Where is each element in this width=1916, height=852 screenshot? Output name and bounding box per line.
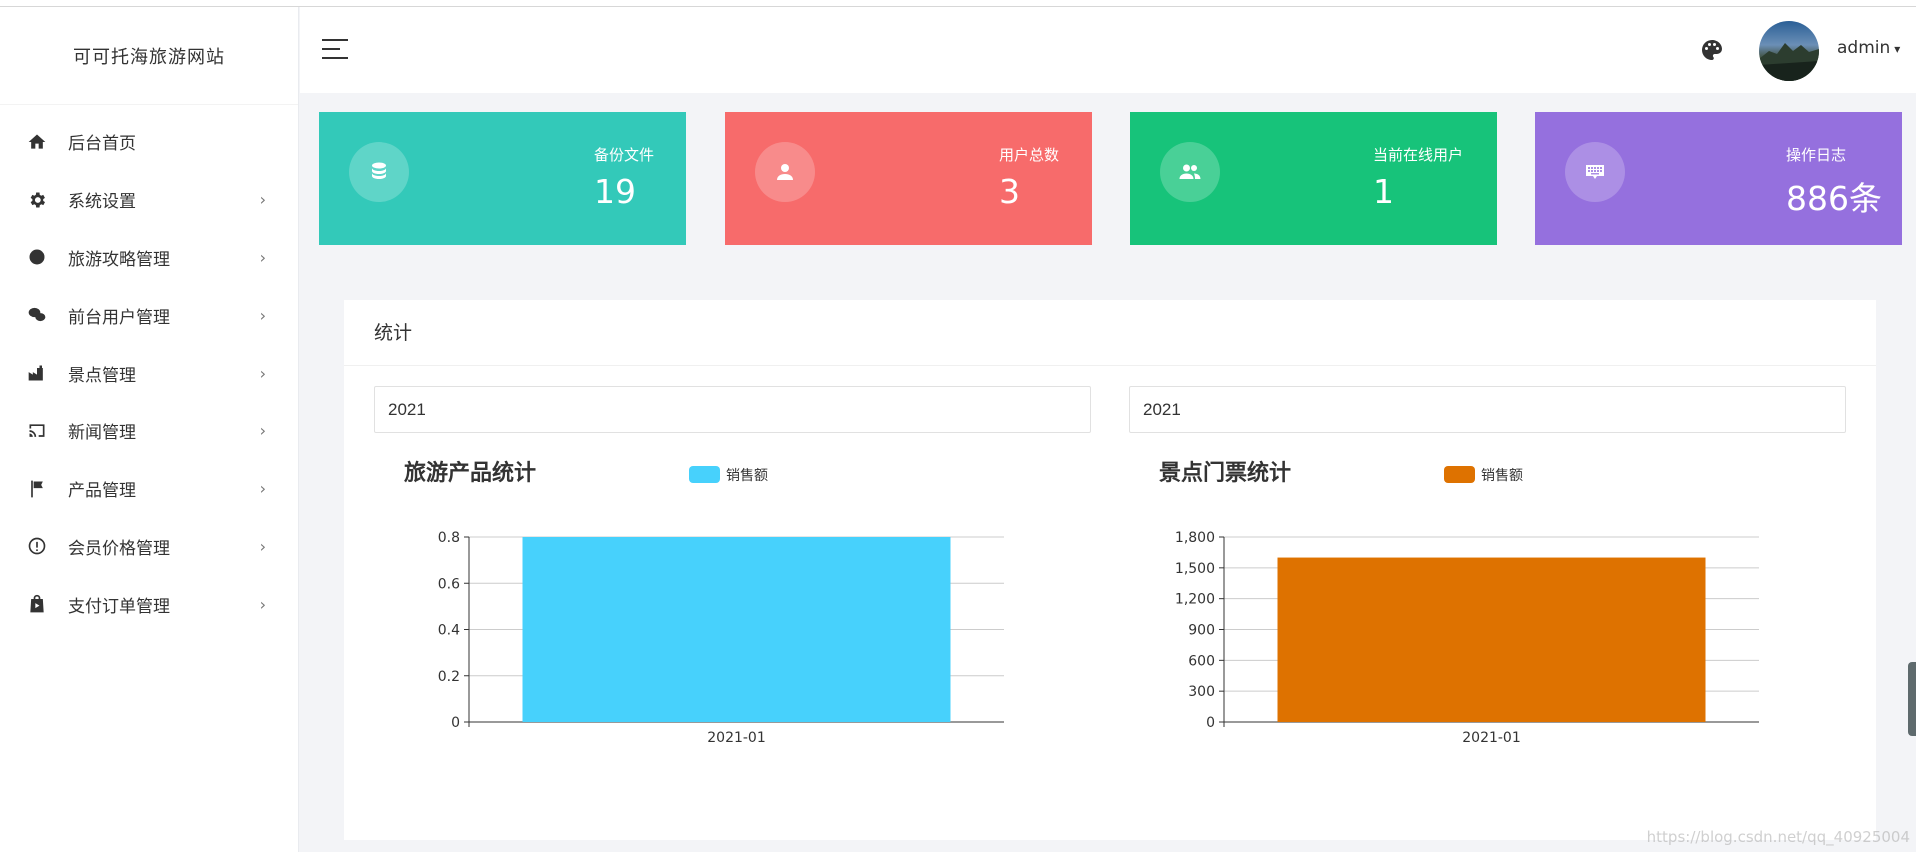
legend-label: 销售额	[1481, 468, 1523, 484]
user-icon	[755, 142, 815, 202]
y-tick-label: 0.8	[438, 530, 460, 546]
bar	[1277, 557, 1706, 722]
chevron-right-icon: ›	[259, 421, 266, 441]
sidebar-item-label: 旅游攻略管理	[68, 249, 170, 270]
circle-icon	[26, 246, 48, 268]
stat-value: 3	[999, 172, 1020, 211]
statistics-panel: 统计 2021 2021 旅游产品统计 销售额 0 0.2 0.4 0.6 0.8 2021-…	[344, 300, 1876, 840]
y-tick-label: 0.2	[438, 669, 460, 685]
sidebar-item-label: 前台用户管理	[68, 307, 170, 328]
site-title: 可可托海旅游网站	[0, 7, 298, 105]
sidebar-item-system-settings[interactable]: 系统设置 ›	[0, 171, 298, 229]
caret-down-icon: ▾	[1894, 42, 1901, 56]
chevron-right-icon: ›	[259, 305, 266, 325]
shopping-bag-icon	[26, 593, 48, 615]
y-tick-label: 900	[1188, 623, 1215, 639]
panel-title: 统计	[344, 300, 1876, 366]
database-icon	[349, 142, 409, 202]
sidebar-item-news[interactable]: 新闻管理 ›	[0, 402, 298, 460]
sidebar-item-frontend-users[interactable]: 前台用户管理 ›	[0, 286, 298, 344]
watermark: https://blog.csdn.net/qq_40925004	[1646, 828, 1910, 846]
legend-label: 销售额	[726, 468, 768, 484]
gear-icon	[26, 189, 48, 211]
stat-card-total-users: 用户总数 3	[725, 112, 1092, 245]
sidebar-item-payment-orders[interactable]: 支付订单管理 ›	[0, 575, 298, 633]
chevron-right-icon: ›	[259, 190, 266, 210]
sidebar-item-label: 支付订单管理	[68, 596, 170, 617]
sidebar-item-label: 景点管理	[68, 365, 136, 386]
stat-value: 1	[1373, 172, 1394, 211]
chart-title: 旅游产品统计	[404, 460, 536, 486]
stat-title: 当前在线用户	[1373, 146, 1464, 164]
scrollbar-handle[interactable]	[1908, 662, 1916, 736]
top-header: admin ▾	[300, 7, 1916, 93]
chevron-right-icon: ›	[259, 536, 266, 556]
chart-products: 旅游产品统计 销售额 0 0.2 0.4 0.6 0.8 2021-01	[404, 460, 1004, 746]
flag-icon	[26, 478, 48, 500]
sidebar-item-label: 会员价格管理	[68, 538, 170, 559]
sidebar-item-attractions[interactable]: 景点管理 ›	[0, 344, 298, 402]
x-tick-label: 2021-01	[707, 730, 766, 746]
users-icon	[1160, 142, 1220, 202]
sidebar-item-products[interactable]: 产品管理 ›	[0, 460, 298, 518]
top-border	[0, 0, 1916, 7]
stat-title: 用户总数	[999, 146, 1060, 164]
sidebar-item-dashboard[interactable]: 后台首页	[0, 113, 298, 171]
alert-circle-icon	[26, 535, 48, 557]
year-select-products[interactable]: 2021	[374, 386, 1091, 433]
legend-swatch	[689, 466, 720, 483]
y-tick-label: 1,800	[1175, 530, 1215, 546]
y-tick-label: 1,200	[1175, 592, 1215, 608]
factory-icon	[26, 362, 48, 384]
legend-swatch	[1444, 466, 1475, 483]
y-tick-label: 0	[1206, 715, 1215, 731]
chevron-right-icon: ›	[259, 594, 266, 614]
stat-value: 19	[594, 172, 636, 211]
sidebar-item-travel-guides[interactable]: 旅游攻略管理 ›	[0, 229, 298, 287]
sidebar-menu: 后台首页 系统设置 › 旅游攻略管理 › 前台用户管理 › 景点管理 › 新闻管…	[0, 113, 298, 633]
sidebar-item-label: 系统设置	[68, 192, 136, 213]
sidebar-item-label: 新闻管理	[68, 423, 136, 444]
chart-title: 景点门票统计	[1159, 460, 1291, 486]
palette-icon[interactable]	[1700, 38, 1724, 62]
y-tick-label: 0.4	[438, 623, 460, 639]
y-tick-label: 600	[1188, 653, 1215, 669]
chevron-right-icon: ›	[259, 479, 266, 499]
sidebar: 可可托海旅游网站 后台首页 系统设置 › 旅游攻略管理 › 前台用户管理 › 景…	[0, 7, 299, 852]
y-tick-label: 1,500	[1175, 561, 1215, 577]
x-tick-label: 2021-01	[1462, 730, 1521, 746]
sidebar-item-label: 产品管理	[68, 481, 136, 502]
stat-card-online-users: 当前在线用户 1	[1130, 112, 1497, 245]
wechat-icon	[26, 304, 48, 326]
chevron-right-icon: ›	[259, 363, 266, 383]
y-tick-label: 300	[1188, 684, 1215, 700]
menu-toggle-icon[interactable]	[322, 39, 348, 59]
year-select-tickets[interactable]: 2021	[1129, 386, 1846, 433]
y-tick-label: 0.6	[438, 576, 460, 592]
keyboard-icon	[1565, 142, 1625, 202]
chart-tickets: 景点门票统计 销售额 0 300 600 900 1,200 1,500 1,800 2021-0…	[1159, 460, 1759, 746]
stat-title: 操作日志	[1786, 146, 1847, 164]
user-menu[interactable]: admin ▾	[1837, 38, 1900, 58]
bar	[522, 537, 951, 722]
stat-value: 886条	[1786, 179, 1882, 218]
y-tick-label: 0	[451, 715, 460, 731]
sidebar-item-label: 后台首页	[68, 134, 136, 155]
stat-card-backup-files: 备份文件 19	[319, 112, 686, 245]
username: admin	[1837, 38, 1891, 58]
sidebar-item-member-prices[interactable]: 会员价格管理 ›	[0, 518, 298, 576]
chevron-right-icon: ›	[259, 247, 266, 267]
stat-card-operation-log: 操作日志 886条	[1535, 112, 1902, 245]
home-icon	[26, 131, 48, 153]
avatar[interactable]	[1759, 21, 1819, 81]
cast-icon	[26, 420, 48, 442]
stat-title: 备份文件	[594, 146, 655, 164]
